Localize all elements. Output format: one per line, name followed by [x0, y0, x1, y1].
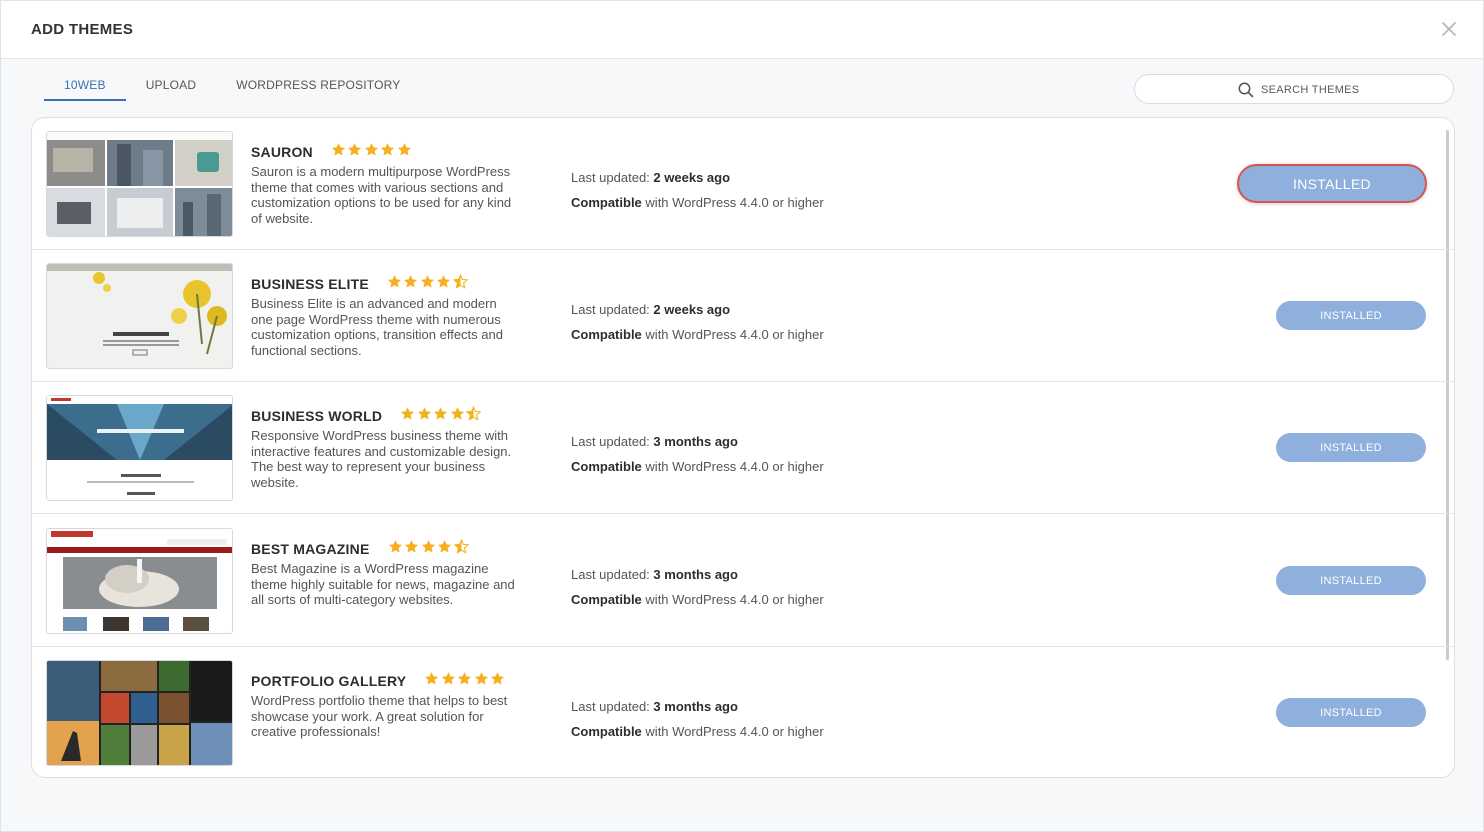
updated-value: 2 weeks ago [653, 170, 731, 185]
theme-title-line: PORTFOLIO GALLERY [251, 671, 507, 691]
rating-stars [424, 671, 507, 691]
star-half-icon [452, 273, 470, 294]
star-icon [387, 274, 404, 294]
star-icon [441, 671, 458, 691]
star-icon [397, 142, 414, 162]
updated-label: Last updated: [571, 699, 650, 714]
star-icon [364, 142, 381, 162]
compat-label: Compatible [571, 327, 642, 342]
installed-button[interactable]: INSTALLED [1237, 164, 1427, 203]
star-icon [457, 671, 474, 691]
rating-stars [387, 273, 470, 294]
rating-stars [388, 538, 471, 559]
compat-value: with WordPress 4.4.0 or higher [645, 592, 824, 607]
star-half-icon [465, 405, 483, 426]
updated-label: Last updated: [571, 302, 650, 317]
theme-title-line: BEST MAGAZINE [251, 538, 471, 559]
theme-description: Sauron is a modern multipurpose WordPres… [251, 164, 512, 226]
installed-button[interactable]: INSTALLED [1276, 433, 1426, 462]
compat-label: Compatible [571, 592, 642, 607]
compat-value: with WordPress 4.4.0 or higher [645, 459, 824, 474]
updated-value: 3 months ago [653, 567, 738, 582]
theme-title-line: BUSINESS ELITE [251, 273, 470, 294]
star-icon [420, 274, 437, 294]
themes-list: SAURON Sauron is a modern multipurpose W… [31, 117, 1455, 778]
compat-value: with WordPress 4.4.0 or higher [645, 724, 824, 739]
installed-button[interactable]: INSTALLED [1276, 301, 1426, 330]
theme-meta: Last updated: 2 weeks ago Compatible wit… [571, 170, 824, 220]
star-half-icon [453, 538, 471, 559]
star-icon [404, 539, 421, 559]
star-icon [417, 406, 434, 426]
star-icon [437, 539, 454, 559]
rating-stars [331, 142, 414, 162]
updated-value: 3 months ago [653, 434, 738, 449]
updated-value: 2 weeks ago [653, 302, 731, 317]
theme-row: PORTFOLIO GALLERY WordPress portfolio th… [32, 647, 1454, 777]
updated-label: Last updated: [571, 170, 650, 185]
search-box [1134, 74, 1454, 104]
theme-thumbnail[interactable] [46, 263, 233, 369]
theme-name: SAURON [251, 144, 313, 160]
theme-meta: Last updated: 3 months ago Compatible wi… [571, 699, 824, 749]
star-icon [490, 671, 507, 691]
compat-label: Compatible [571, 724, 642, 739]
star-icon [331, 142, 348, 162]
theme-thumbnail[interactable] [46, 131, 233, 237]
search-icon[interactable] [1237, 81, 1255, 99]
theme-meta: Last updated: 3 months ago Compatible wi… [571, 434, 824, 484]
modal-header: ADD THEMES [1, 1, 1483, 59]
search-input[interactable] [1261, 80, 1441, 100]
theme-thumbnail[interactable] [46, 395, 233, 501]
theme-title-line: SAURON [251, 142, 413, 162]
tab-10web[interactable]: 10WEB [44, 75, 126, 101]
star-icon [421, 539, 438, 559]
updated-label: Last updated: [571, 567, 650, 582]
theme-name: BEST MAGAZINE [251, 541, 370, 557]
installed-button[interactable]: INSTALLED [1276, 566, 1426, 595]
theme-row: SAURON Sauron is a modern multipurpose W… [32, 118, 1454, 250]
theme-source-tabs: 10WEB UPLOAD WORDPRESS REPOSITORY [44, 75, 421, 101]
star-icon [424, 671, 441, 691]
compat-label: Compatible [571, 195, 642, 210]
star-icon [347, 142, 364, 162]
theme-name: BUSINESS ELITE [251, 276, 369, 292]
theme-description: WordPress portfolio theme that helps to … [251, 693, 508, 739]
add-themes-modal: ADD THEMES 10WEB UPLOAD WORDPRESS REPOSI… [0, 0, 1484, 832]
tab-wordpress-repository[interactable]: WORDPRESS REPOSITORY [216, 75, 420, 101]
theme-title-line: BUSINESS WORLD [251, 405, 483, 426]
theme-thumbnail[interactable] [46, 528, 233, 634]
star-icon [474, 671, 491, 691]
star-icon [436, 274, 453, 294]
star-icon [403, 274, 420, 294]
modal-title: ADD THEMES [31, 21, 134, 38]
rating-stars [400, 405, 483, 426]
updated-label: Last updated: [571, 434, 650, 449]
theme-description: Business Elite is an advanced and modern… [251, 296, 503, 358]
theme-meta: Last updated: 2 weeks ago Compatible wit… [571, 302, 824, 352]
star-icon [433, 406, 450, 426]
theme-row: BUSINESS ELITE Business Elite is an adva… [32, 250, 1454, 382]
theme-thumbnail[interactable] [46, 660, 233, 766]
star-icon [388, 539, 405, 559]
theme-name: BUSINESS WORLD [251, 408, 383, 424]
compat-label: Compatible [571, 459, 642, 474]
star-icon [450, 406, 467, 426]
compat-value: with WordPress 4.4.0 or higher [645, 195, 824, 210]
tab-upload[interactable]: UPLOAD [126, 75, 217, 101]
theme-row: BUSINESS WORLD Responsive WordPress busi… [32, 382, 1454, 514]
updated-value: 3 months ago [653, 699, 738, 714]
compat-value: with WordPress 4.4.0 or higher [645, 327, 824, 342]
close-icon[interactable] [1437, 17, 1461, 41]
star-icon [380, 142, 397, 162]
theme-description: Responsive WordPress business theme with… [251, 428, 512, 490]
theme-row: BEST MAGAZINE Best Magazine is a WordPre… [32, 515, 1454, 647]
theme-meta: Last updated: 3 months ago Compatible wi… [571, 567, 824, 617]
installed-button[interactable]: INSTALLED [1276, 698, 1426, 727]
theme-description: Best Magazine is a WordPress magazine th… [251, 561, 515, 607]
star-icon [400, 406, 417, 426]
theme-name: PORTFOLIO GALLERY [251, 673, 407, 689]
